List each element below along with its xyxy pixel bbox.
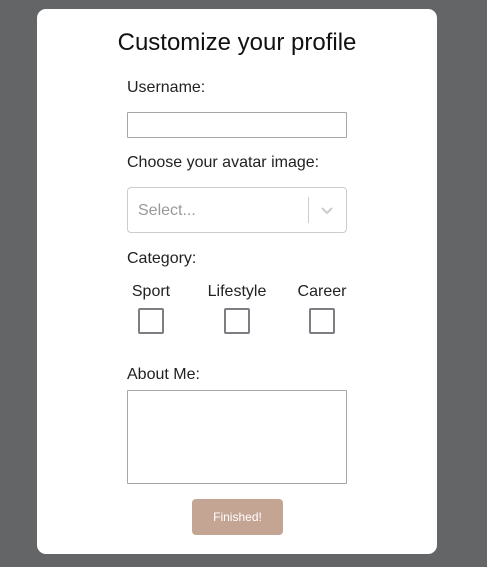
profile-card: Customize your profile Username: Choose … [37,9,437,554]
category-career-checkbox[interactable] [309,308,335,334]
about-textarea[interactable] [127,390,347,484]
category-career-label: Career [297,283,347,300]
select-separator [308,197,309,223]
avatar-label: Choose your avatar image: [127,154,320,171]
username-input[interactable] [127,112,347,138]
category-label: Category: [127,250,197,267]
category-option-sport: Sport [121,283,181,334]
finished-button[interactable]: Finished! [192,499,283,535]
category-option-lifestyle: Lifestyle [207,283,267,334]
chevron-down-icon[interactable] [317,200,337,220]
avatar-select[interactable]: Select... [127,187,347,233]
avatar-select-placeholder: Select... [138,202,196,219]
username-label: Username: [127,79,206,96]
category-lifestyle-checkbox[interactable] [224,308,250,334]
category-option-career: Career [292,283,352,334]
about-label: About Me: [127,366,200,383]
page-title: Customize your profile [117,29,357,56]
category-lifestyle-label: Lifestyle [207,283,267,300]
category-sport-checkbox[interactable] [138,308,164,334]
category-sport-label: Sport [131,283,171,300]
